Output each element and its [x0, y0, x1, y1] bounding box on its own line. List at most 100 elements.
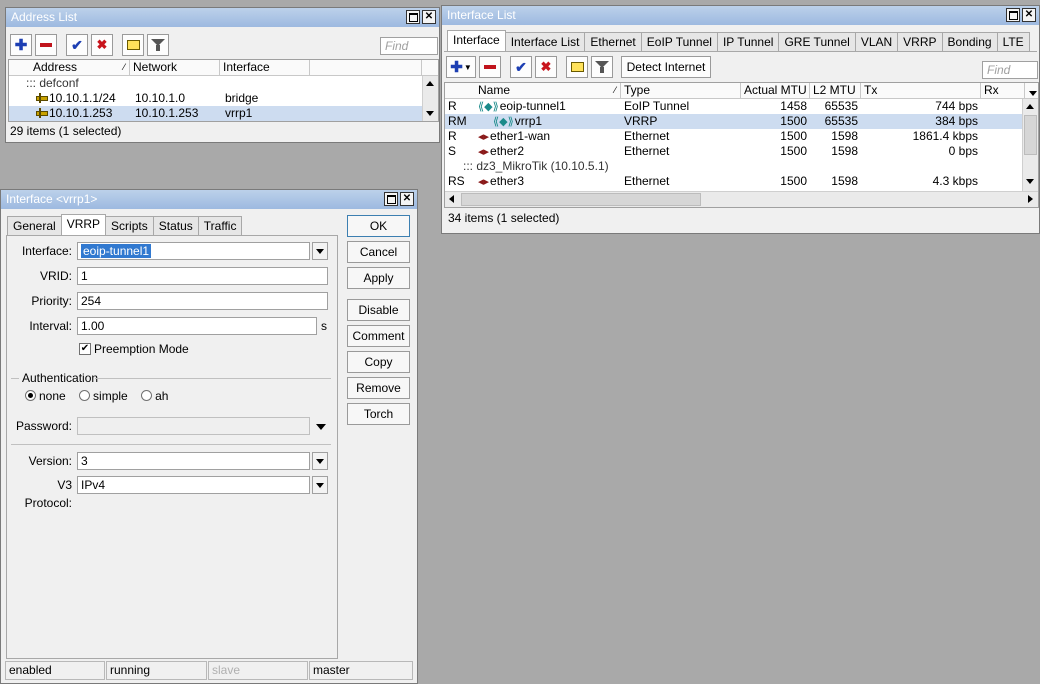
- auth-radio-ah[interactable]: ah: [141, 389, 168, 403]
- status-text: 34 items (1 selected): [448, 211, 560, 225]
- comment-button[interactable]: Comment: [347, 325, 410, 347]
- add-button[interactable]: ✚ ▼: [446, 56, 476, 78]
- tab-scripts[interactable]: Scripts: [105, 216, 154, 235]
- find-input[interactable]: Find: [982, 61, 1038, 79]
- enable-button[interactable]: ✔: [510, 56, 532, 78]
- column-header-tx[interactable]: Tx: [861, 83, 981, 98]
- filter-button[interactable]: [591, 56, 613, 78]
- close-button[interactable]: [1022, 8, 1036, 22]
- tab-lte[interactable]: LTE: [996, 32, 1030, 51]
- scroll-thumb[interactable]: [1024, 115, 1037, 155]
- vertical-scrollbar[interactable]: [1022, 99, 1038, 191]
- table-row[interactable]: R ◂▸ether1-wan Ethernet 1500 1598 1861.4…: [445, 129, 1023, 144]
- column-header-type[interactable]: Type: [621, 83, 741, 98]
- interval-input[interactable]: 1.00: [77, 317, 317, 335]
- disable-button[interactable]: Disable: [347, 299, 410, 321]
- interface-table: Name ⁄ Type Actual MTU L2 MTU Tx Rx R ⟪◆⟫…: [444, 82, 1039, 208]
- vertical-scrollbar[interactable]: [422, 76, 438, 121]
- tab-ethernet[interactable]: Ethernet: [584, 32, 642, 51]
- status-enabled: enabled: [5, 661, 105, 680]
- window-title: Interface <vrrp1>: [6, 192, 98, 206]
- remove-button[interactable]: Remove: [347, 377, 410, 399]
- scroll-left-icon[interactable]: [449, 195, 454, 203]
- maximize-button[interactable]: [384, 192, 398, 206]
- password-dropdown-button[interactable]: [315, 421, 327, 433]
- interface-dropdown-button[interactable]: [312, 242, 328, 260]
- maximize-button[interactable]: [406, 10, 420, 24]
- table-row[interactable]: S ◂▸ether2 Ethernet 1500 1598 0 bps: [445, 144, 1023, 159]
- table-row[interactable]: R ⟪◆⟫eoip-tunnel1 EoIP Tunnel 1458 65535…: [445, 99, 1023, 114]
- priority-input[interactable]: 254: [77, 292, 328, 310]
- remove-button[interactable]: [35, 34, 57, 56]
- scroll-thumb[interactable]: [461, 193, 701, 206]
- close-button[interactable]: [400, 192, 414, 206]
- maximize-button[interactable]: [1006, 8, 1020, 22]
- tab-vlan[interactable]: VLAN: [854, 32, 899, 51]
- columns-menu-icon[interactable]: [1029, 85, 1037, 99]
- scroll-up-icon[interactable]: [1026, 104, 1034, 109]
- vrid-input[interactable]: 1: [77, 267, 328, 285]
- version-dropdown-button[interactable]: [312, 452, 328, 470]
- minus-icon: [40, 43, 52, 47]
- filter-button[interactable]: [147, 34, 169, 56]
- tab-bonding[interactable]: Bonding: [941, 32, 998, 51]
- table-row[interactable]: 10.10.1.1/24 10.10.1.0 bridge: [9, 91, 438, 106]
- tab-general[interactable]: General: [7, 216, 62, 235]
- close-button[interactable]: [422, 10, 436, 24]
- v3-protocol-dropdown-button[interactable]: [312, 476, 328, 494]
- column-header-address[interactable]: Address ⁄: [30, 60, 130, 75]
- address-list-titlebar[interactable]: Address List: [6, 8, 439, 27]
- table-row[interactable]: RS ◂▸ether3 Ethernet 1500 1598 4.3 kbps: [445, 174, 1023, 189]
- table-row[interactable]: RM ⟪◆⟫vrrp1 VRRP 1500 65535 384 bps: [445, 114, 1023, 129]
- column-header-actual-mtu[interactable]: Actual MTU: [741, 83, 810, 98]
- scroll-down-icon[interactable]: [1026, 179, 1034, 184]
- radio-icon: [25, 390, 36, 401]
- dialog-titlebar[interactable]: Interface <vrrp1>: [1, 190, 417, 209]
- password-input[interactable]: [77, 417, 310, 435]
- column-header-name[interactable]: Name ⁄: [475, 83, 621, 98]
- add-button[interactable]: ✚: [10, 34, 32, 56]
- interface-select[interactable]: eoip-tunnel1: [77, 242, 310, 260]
- tab-traffic[interactable]: Traffic: [197, 216, 243, 235]
- auth-radio-simple[interactable]: simple: [79, 389, 128, 403]
- scroll-right-icon[interactable]: [1028, 195, 1033, 203]
- preemption-checkbox[interactable]: ✔: [79, 343, 91, 355]
- v3-protocol-select[interactable]: IPv4: [77, 476, 310, 494]
- comment-button[interactable]: [122, 34, 144, 56]
- column-header-network[interactable]: Network: [130, 60, 220, 75]
- column-header-interface[interactable]: Interface: [220, 60, 310, 75]
- disable-button[interactable]: ✖: [91, 34, 113, 56]
- minus-icon: [484, 65, 496, 69]
- detect-internet-button[interactable]: Detect Internet: [621, 56, 711, 78]
- scroll-up-icon[interactable]: [426, 81, 434, 86]
- ethernet-icon: ◂▸: [478, 176, 490, 188]
- table-row[interactable]: 10.10.1.253 10.10.1.253 vrrp1: [9, 106, 423, 121]
- tab-eoip-tunnel[interactable]: EoIP Tunnel: [640, 32, 718, 51]
- tab-gre-tunnel[interactable]: GRE Tunnel: [778, 32, 856, 51]
- tab-status[interactable]: Status: [152, 216, 199, 235]
- preemption-label: Preemption Mode: [94, 342, 189, 356]
- interface-list-titlebar[interactable]: Interface List: [442, 6, 1039, 25]
- tab-interface[interactable]: Interface: [447, 30, 506, 51]
- tab-vrrp[interactable]: VRRP: [897, 32, 943, 51]
- copy-button[interactable]: Copy: [347, 351, 410, 373]
- version-select[interactable]: 3: [77, 452, 310, 470]
- remove-button[interactable]: [479, 56, 501, 78]
- horizontal-scrollbar[interactable]: [445, 191, 1038, 207]
- tab-interface-list[interactable]: Interface List: [504, 32, 586, 51]
- cancel-button[interactable]: Cancel: [347, 241, 410, 263]
- ok-button[interactable]: OK: [347, 215, 410, 237]
- column-header-l2-mtu[interactable]: L2 MTU: [810, 83, 861, 98]
- find-input[interactable]: Find: [380, 37, 438, 55]
- tab-vrrp[interactable]: VRRP: [60, 214, 107, 235]
- comment-button[interactable]: [566, 56, 588, 78]
- ethernet-icon: ◂▸: [478, 131, 490, 143]
- torch-button[interactable]: Torch: [347, 403, 410, 425]
- apply-button[interactable]: Apply: [347, 267, 410, 289]
- scroll-down-icon[interactable]: [426, 111, 434, 116]
- enable-button[interactable]: ✔: [66, 34, 88, 56]
- column-header-rx[interactable]: Rx: [981, 83, 1025, 98]
- auth-radio-none[interactable]: none: [25, 389, 66, 403]
- tab-ip-tunnel[interactable]: IP Tunnel: [716, 32, 780, 51]
- disable-button[interactable]: ✖: [535, 56, 557, 78]
